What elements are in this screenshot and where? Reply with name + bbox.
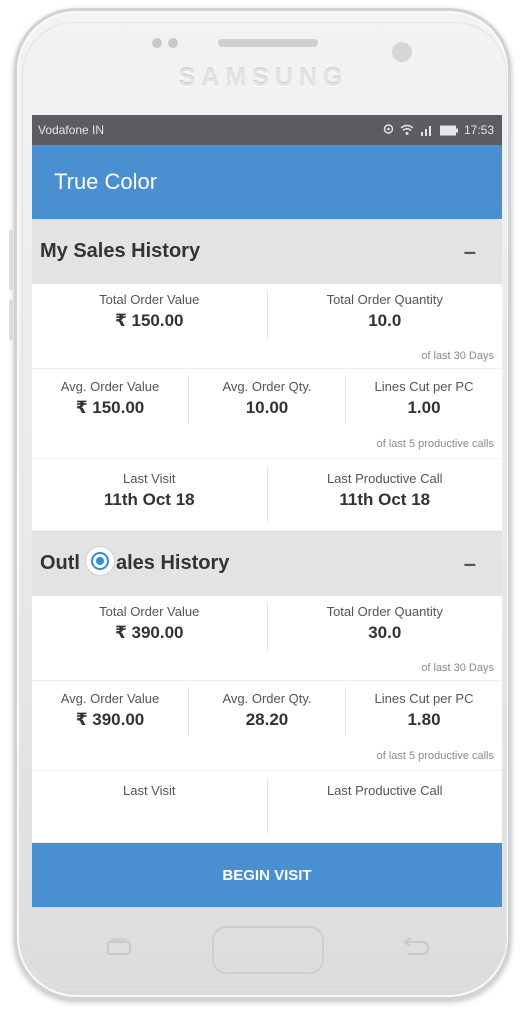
home-button[interactable]: [212, 926, 324, 974]
begin-visit-button[interactable]: BEGIN VISIT: [32, 843, 502, 907]
collapse-icon[interactable]: –: [464, 239, 476, 265]
calls-note: of last 5 productive calls: [376, 750, 494, 762]
phone-screen: Vodafone IN 17:53 True Color My Sales Hi…: [32, 115, 502, 907]
avg-order-qty-cell: Avg. Order Qty. 10.00: [189, 369, 345, 458]
recent-apps-icon[interactable]: [104, 938, 134, 956]
stat-label: Total Order Value: [99, 292, 200, 307]
status-icons: 17:53: [383, 123, 494, 137]
stat-label: Avg. Order Value: [60, 691, 160, 706]
last-productive-call-cell: Last Productive Call: [268, 771, 503, 842]
avg-order-value-cell: Avg. Order Value ₹ 390.00: [32, 681, 188, 770]
app-bar: True Color: [32, 145, 502, 219]
wifi-icon: [400, 124, 414, 135]
page-title: True Color: [54, 169, 158, 194]
total-order-value-cell: Total Order Value ₹ 390.00: [32, 596, 267, 680]
totals-row: Total Order Value ₹ 150.00 Total Order Q…: [32, 284, 502, 369]
section-title: My Sales History: [40, 240, 201, 262]
earpiece-speaker: [218, 39, 318, 47]
stat-label: Total Order Value: [99, 604, 200, 619]
sensor-dots: [152, 38, 178, 48]
stat-value: 11th Oct 18: [103, 490, 195, 509]
radio-dot: [96, 557, 104, 565]
stat-value: ₹ 390.00: [114, 623, 184, 642]
stat-label: Last Productive Call: [326, 783, 443, 798]
radio-button-overlay[interactable]: [86, 547, 114, 575]
calls-note: of last 5 productive calls: [376, 438, 494, 450]
stat-label: Avg. Order Qty.: [222, 379, 312, 394]
last-visit-cell: Last Visit 11th Oct 18: [32, 459, 267, 530]
stat-value: ₹ 150.00: [114, 311, 184, 330]
my-sales-history-header[interactable]: My Sales History –: [32, 219, 502, 284]
stat-value: 11th Oct 18: [339, 490, 431, 509]
radio-ring: [91, 552, 109, 570]
outlet-sales-history-header[interactable]: Outl ales History –: [32, 531, 502, 596]
section-title-start: Outl: [40, 552, 80, 574]
signal-icon: [420, 126, 431, 136]
visits-row: Last Visit Last Productive Call: [32, 771, 502, 843]
stat-value: ₹ 390.00: [75, 710, 145, 729]
back-icon[interactable]: [398, 936, 432, 958]
section-title: Outl ales History: [40, 552, 229, 575]
stat-value: ₹ 150.00: [75, 398, 145, 417]
stat-label: Lines Cut per PC: [374, 691, 474, 706]
totals-row: Total Order Value ₹ 390.00 Total Order Q…: [32, 596, 502, 681]
battery-icon: [439, 125, 458, 135]
stat-label: Last Visit: [122, 471, 176, 486]
stat-value: 30.0: [368, 623, 402, 642]
period-note: of last 30 Days: [421, 662, 494, 674]
power-button: [9, 300, 14, 340]
stat-value: 10.00: [245, 398, 289, 417]
averages-row: Avg. Order Value ₹ 150.00 Avg. Order Qty…: [32, 369, 502, 459]
clock-label: 17:53: [463, 123, 494, 137]
location-icon: [383, 124, 394, 134]
averages-row: Avg. Order Value ₹ 390.00 Avg. Order Qty…: [32, 681, 502, 771]
stat-label: Last Productive Call: [326, 471, 443, 486]
stat-value: 1.80: [407, 710, 441, 729]
section-title-end: ales History: [116, 552, 230, 574]
stat-label: Avg. Order Value: [60, 379, 160, 394]
stat-value: 10.0: [368, 311, 402, 330]
avg-order-value-cell: Avg. Order Value ₹ 150.00: [32, 369, 188, 458]
volume-button: [9, 230, 14, 290]
stat-label: Avg. Order Qty.: [222, 691, 312, 706]
period-note: of last 30 Days: [421, 350, 494, 362]
carrier-label: Vodafone IN: [38, 123, 105, 137]
stat-value: 28.20: [245, 710, 289, 729]
brand-logo: SAMSUNG: [178, 64, 349, 92]
stat-label: Lines Cut per PC: [374, 379, 474, 394]
visits-row: Last Visit 11th Oct 18 Last Productive C…: [32, 459, 502, 531]
front-camera: [392, 42, 412, 62]
status-bar: Vodafone IN 17:53: [32, 115, 502, 145]
last-visit-cell: Last Visit: [32, 771, 267, 842]
last-productive-call-cell: Last Productive Call 11th Oct 18: [268, 459, 503, 530]
total-order-value-cell: Total Order Value ₹ 150.00: [32, 284, 267, 368]
stat-label: Total Order Quantity: [326, 292, 443, 307]
avg-order-qty-cell: Avg. Order Qty. 28.20: [189, 681, 345, 770]
stat-value: 1.00: [407, 398, 441, 417]
stat-label: Total Order Quantity: [326, 604, 443, 619]
stat-label: Last Visit: [122, 783, 176, 798]
collapse-icon[interactable]: –: [464, 551, 476, 577]
